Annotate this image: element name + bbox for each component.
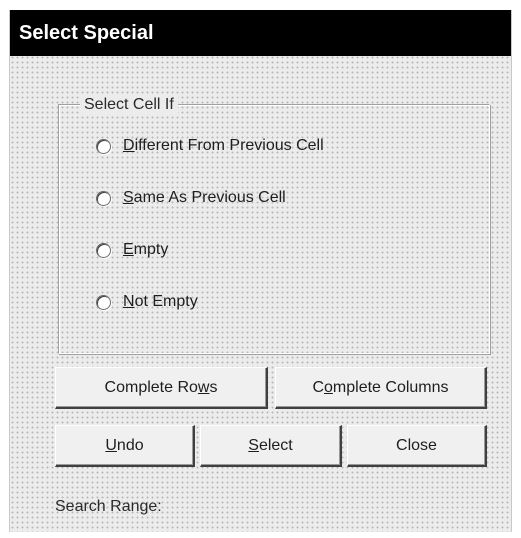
dialog-title: Select Special [10, 10, 511, 56]
radio-button-icon[interactable] [96, 138, 111, 154]
select-button[interactable]: Select [200, 425, 342, 467]
complete-rows-button[interactable]: Complete Ro w s [55, 367, 268, 409]
radio-empty[interactable]: Empty [96, 238, 168, 262]
radio-not-empty[interactable]: Not Empty [96, 290, 198, 314]
radio-button-icon[interactable] [96, 294, 111, 310]
close-button[interactable]: Close [347, 425, 487, 467]
radio-same-as-previous[interactable]: Same As Previous Cell [96, 186, 286, 210]
complete-columns-button[interactable]: Co mplete Columns [275, 367, 487, 409]
group-label: Select Cell If [80, 96, 178, 114]
radio-button-icon[interactable] [96, 242, 111, 258]
radio-different-from-previous[interactable]: Different From Previous Cell [96, 134, 324, 158]
radio-label: Different From Previous Cell [123, 137, 324, 154]
radio-label: Same As Previous Cell [123, 189, 286, 206]
radio-button-icon[interactable] [96, 190, 111, 206]
radio-label: Not Empty [123, 293, 198, 310]
radio-label: Empty [123, 241, 169, 258]
search-range-label: Search Range: [55, 498, 162, 515]
undo-button[interactable]: Undo [55, 425, 195, 467]
select-special-dialog: Select Special Select Cell If Different … [9, 10, 512, 532]
